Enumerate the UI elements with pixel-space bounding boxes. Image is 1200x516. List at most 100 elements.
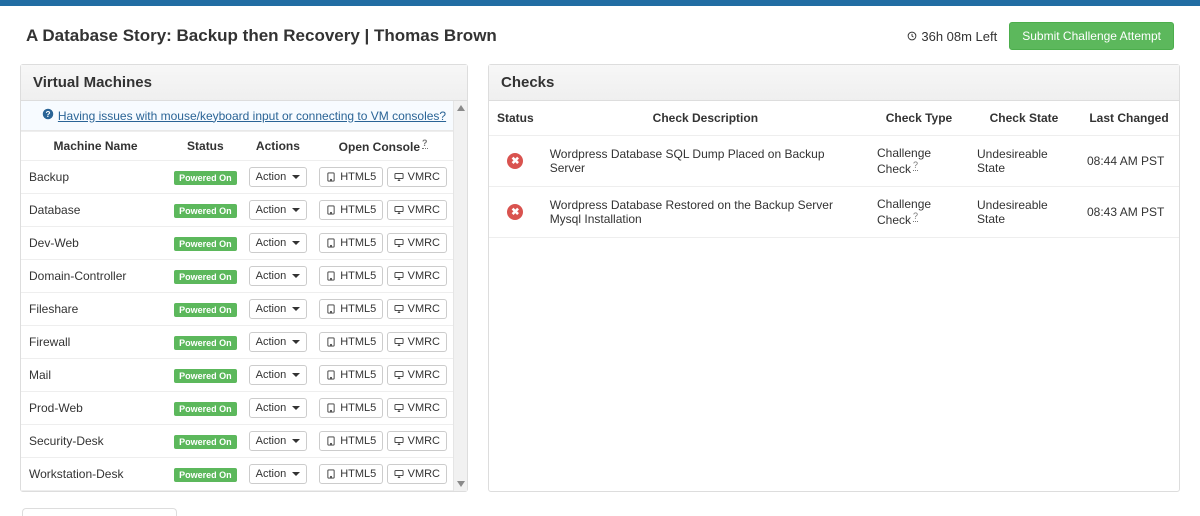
power-badge: Powered On	[174, 270, 237, 284]
caret-down-icon	[292, 373, 300, 377]
caret-down-icon	[292, 439, 300, 443]
check-type: Challenge Check?	[869, 187, 969, 238]
open-vmrc-button[interactable]: VMRC	[387, 200, 447, 220]
monitor-icon	[394, 402, 404, 414]
help-icon[interactable]: ?	[913, 160, 918, 171]
action-dropdown[interactable]: Action	[249, 266, 308, 286]
open-html5-button[interactable]: HTML5	[319, 332, 383, 352]
caret-down-icon	[292, 208, 300, 212]
checks-col-state: Check State	[969, 101, 1079, 136]
monitor-icon	[394, 270, 404, 282]
checks-panel-title: Checks	[489, 65, 1179, 101]
checks-col-desc: Check Description	[542, 101, 869, 136]
table-row: ✖ Wordpress Database Restored on the Back…	[489, 187, 1179, 238]
open-vmrc-button[interactable]: VMRC	[387, 332, 447, 352]
open-html5-button[interactable]: HTML5	[319, 233, 383, 253]
monitor-icon	[394, 369, 404, 381]
action-dropdown[interactable]: Action	[249, 299, 308, 319]
vm-name: Backup	[21, 161, 168, 194]
action-dropdown[interactable]: Action	[249, 398, 308, 418]
check-last-changed: 08:44 AM PST	[1079, 136, 1179, 187]
tab-bar: Documentation Challenge Info Meeting Not…	[16, 506, 1184, 516]
table-row: FirewallPowered OnActionHTML5 VMRC	[21, 326, 453, 359]
check-last-changed: 08:43 AM PST	[1079, 187, 1179, 238]
svg-text:?: ?	[45, 110, 50, 119]
open-vmrc-button[interactable]: VMRC	[387, 431, 447, 451]
tab-challenge-info[interactable]: Challenge Info	[181, 510, 330, 516]
table-row: Domain-Controller Powered On Action HTML5 V…	[21, 260, 453, 293]
vm-col-actions: Actions	[243, 132, 314, 161]
vm-issue-banner: ? Having issues with mouse/keyboard inpu…	[21, 101, 467, 131]
power-badge: Powered On	[174, 435, 237, 449]
help-icon[interactable]: ?	[913, 211, 918, 222]
open-vmrc-button[interactable]: VMRC	[387, 299, 447, 319]
power-badge: Powered On	[174, 402, 237, 416]
monitor-icon	[394, 237, 404, 249]
table-row: FilesharePowered OnActionHTML5 VMRC	[21, 293, 453, 326]
open-vmrc-button[interactable]: VMRC	[387, 464, 447, 484]
open-vmrc-button[interactable]: VMRC	[387, 365, 447, 385]
monitor-icon	[394, 303, 404, 315]
open-vmrc-button[interactable]: VMRC	[387, 266, 447, 286]
open-vmrc-button[interactable]: VMRC	[387, 398, 447, 418]
help-icon[interactable]: ?	[422, 138, 428, 149]
open-html5-button[interactable]: HTML5	[319, 398, 383, 418]
table-row: BackupPowered OnActionHTML5 VMRC	[21, 161, 453, 194]
vm-name: Database	[21, 194, 168, 227]
vm-col-console: Open Console?	[313, 132, 453, 161]
check-type: Challenge Check?	[869, 136, 969, 187]
vm-issue-link[interactable]: ? Having issues with mouse/keyboard inpu…	[42, 108, 446, 123]
open-html5-button[interactable]: HTML5	[319, 200, 383, 220]
checks-panel: Checks Status Check Description Check Ty…	[488, 64, 1180, 492]
tablet-icon	[326, 303, 336, 315]
tab-network-map[interactable]: Network Map	[487, 510, 627, 516]
action-dropdown[interactable]: Action	[249, 431, 308, 451]
vm-name: Domain-Controller	[21, 260, 168, 293]
monitor-icon	[394, 468, 404, 480]
caret-down-icon	[292, 472, 300, 476]
submit-challenge-button[interactable]: Submit Challenge Attempt	[1009, 22, 1174, 50]
scroll-down-icon[interactable]	[456, 479, 466, 489]
scroll-up-icon[interactable]	[456, 103, 466, 113]
open-html5-button[interactable]: HTML5	[319, 431, 383, 451]
action-dropdown[interactable]: Action	[249, 233, 308, 253]
action-dropdown[interactable]: Action	[249, 200, 308, 220]
open-html5-button[interactable]: HTML5	[319, 365, 383, 385]
power-badge: Powered On	[174, 369, 237, 383]
virtual-machines-panel: Virtual Machines ? Having issues with mo…	[20, 64, 468, 492]
check-state: Undesireable State	[969, 187, 1079, 238]
vm-name: Workstation-Desk	[21, 458, 168, 491]
table-row: Security-DeskPowered OnActionHTML5 VMRC	[21, 425, 453, 458]
tablet-icon	[326, 468, 336, 480]
open-html5-button[interactable]: HTML5	[319, 167, 383, 187]
page-title: A Database Story: Backup then Recovery |…	[26, 26, 497, 46]
monitor-icon	[394, 204, 404, 216]
table-row: Workstation-DeskPowered OnActionHTML5 VM…	[21, 458, 453, 491]
tablet-icon	[326, 369, 336, 381]
open-html5-button[interactable]: HTML5	[319, 266, 383, 286]
vm-name: Fileshare	[21, 293, 168, 326]
tablet-icon	[326, 270, 336, 282]
error-icon: ✖	[507, 204, 523, 220]
caret-down-icon	[292, 175, 300, 179]
monitor-icon	[394, 435, 404, 447]
open-vmrc-button[interactable]: VMRC	[387, 167, 447, 187]
open-html5-button[interactable]: HTML5	[319, 464, 383, 484]
tab-meeting-notes[interactable]: Meeting Notes	[334, 510, 483, 516]
check-description: Wordpress Database Restored on the Backu…	[542, 187, 869, 238]
clock-icon	[907, 31, 917, 41]
tablet-icon	[326, 435, 336, 447]
action-dropdown[interactable]: Action	[249, 365, 308, 385]
action-dropdown[interactable]: Action	[249, 167, 308, 187]
tab-documentation[interactable]: Documentation	[22, 508, 177, 516]
action-dropdown[interactable]: Action	[249, 332, 308, 352]
vm-name: Dev-Web	[21, 227, 168, 260]
table-row: Prod-WebPowered OnActionHTML5 VMRC	[21, 392, 453, 425]
power-badge: Powered On	[174, 237, 237, 251]
open-vmrc-button[interactable]: VMRC	[387, 233, 447, 253]
table-row: Dev-Web Powered On Action HTML5 VMRC	[21, 227, 453, 260]
tablet-icon	[326, 171, 336, 183]
action-dropdown[interactable]: Action	[249, 464, 308, 484]
open-html5-button[interactable]: HTML5	[319, 299, 383, 319]
vm-scrollbar[interactable]	[453, 101, 467, 491]
